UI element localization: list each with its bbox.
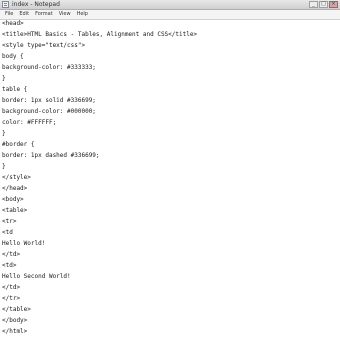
code-line: body {	[2, 53, 24, 60]
notepad-icon	[2, 1, 9, 8]
code-line: </tr>	[2, 295, 21, 302]
code-line: }	[2, 163, 6, 170]
code-line: border: 1px solid #336699;	[2, 97, 96, 104]
code-line: Hello Second World!	[2, 273, 71, 280]
menu-file[interactable]: File	[2, 10, 16, 19]
code-line: background-color: #333333;	[2, 64, 96, 71]
code-line: <body>	[2, 196, 24, 203]
code-line: </td>	[2, 251, 21, 258]
code-line: <title>HTML Basics - Tables, Alignment a…	[2, 31, 198, 38]
window-title: index - Notepad	[12, 1, 60, 8]
code-line: Hello World!	[2, 240, 46, 247]
code-line: <tr>	[2, 218, 17, 225]
code-line: table {	[2, 86, 28, 93]
code-line: </td>	[2, 284, 21, 291]
menu-view[interactable]: View	[56, 10, 74, 19]
code-line: </body>	[2, 317, 28, 324]
code-line: <td>	[2, 262, 17, 269]
code-line: background-color: #000000;	[2, 108, 96, 115]
menu-help[interactable]: Help	[74, 10, 91, 19]
code-line: <td	[2, 229, 17, 236]
code-line: </table>	[2, 306, 31, 313]
text-editor-area[interactable]: <head> <title>HTML Basics - Tables, Alig…	[0, 20, 340, 360]
menu-edit[interactable]: Edit	[16, 10, 32, 19]
code-line: color: #FFFFFF;	[2, 119, 57, 126]
code-line: border: 1px dashed #336699;	[2, 152, 100, 159]
code-line: }	[2, 75, 6, 82]
menu-format[interactable]: Format	[32, 10, 56, 19]
menu-bar: File Edit Format View Help	[0, 10, 340, 20]
code-line: </html>	[2, 328, 28, 335]
close-button[interactable]: ×	[329, 1, 338, 8]
notepad-window: index - Notepad _ □ × File Edit Format V…	[0, 0, 340, 360]
minimize-button[interactable]: _	[309, 1, 318, 8]
code-line: </style>	[2, 174, 31, 181]
title-bar[interactable]: index - Notepad _ □ ×	[0, 0, 340, 10]
code-line: #border {	[2, 141, 35, 148]
code-line: <style type="text/css">	[2, 42, 86, 49]
code-line: <table>	[2, 207, 28, 214]
code-line: <head>	[2, 20, 24, 27]
code-line: }	[2, 130, 6, 137]
maximize-button[interactable]: □	[319, 1, 328, 8]
code-line: </head>	[2, 185, 28, 192]
window-controls: _ □ ×	[309, 1, 338, 9]
